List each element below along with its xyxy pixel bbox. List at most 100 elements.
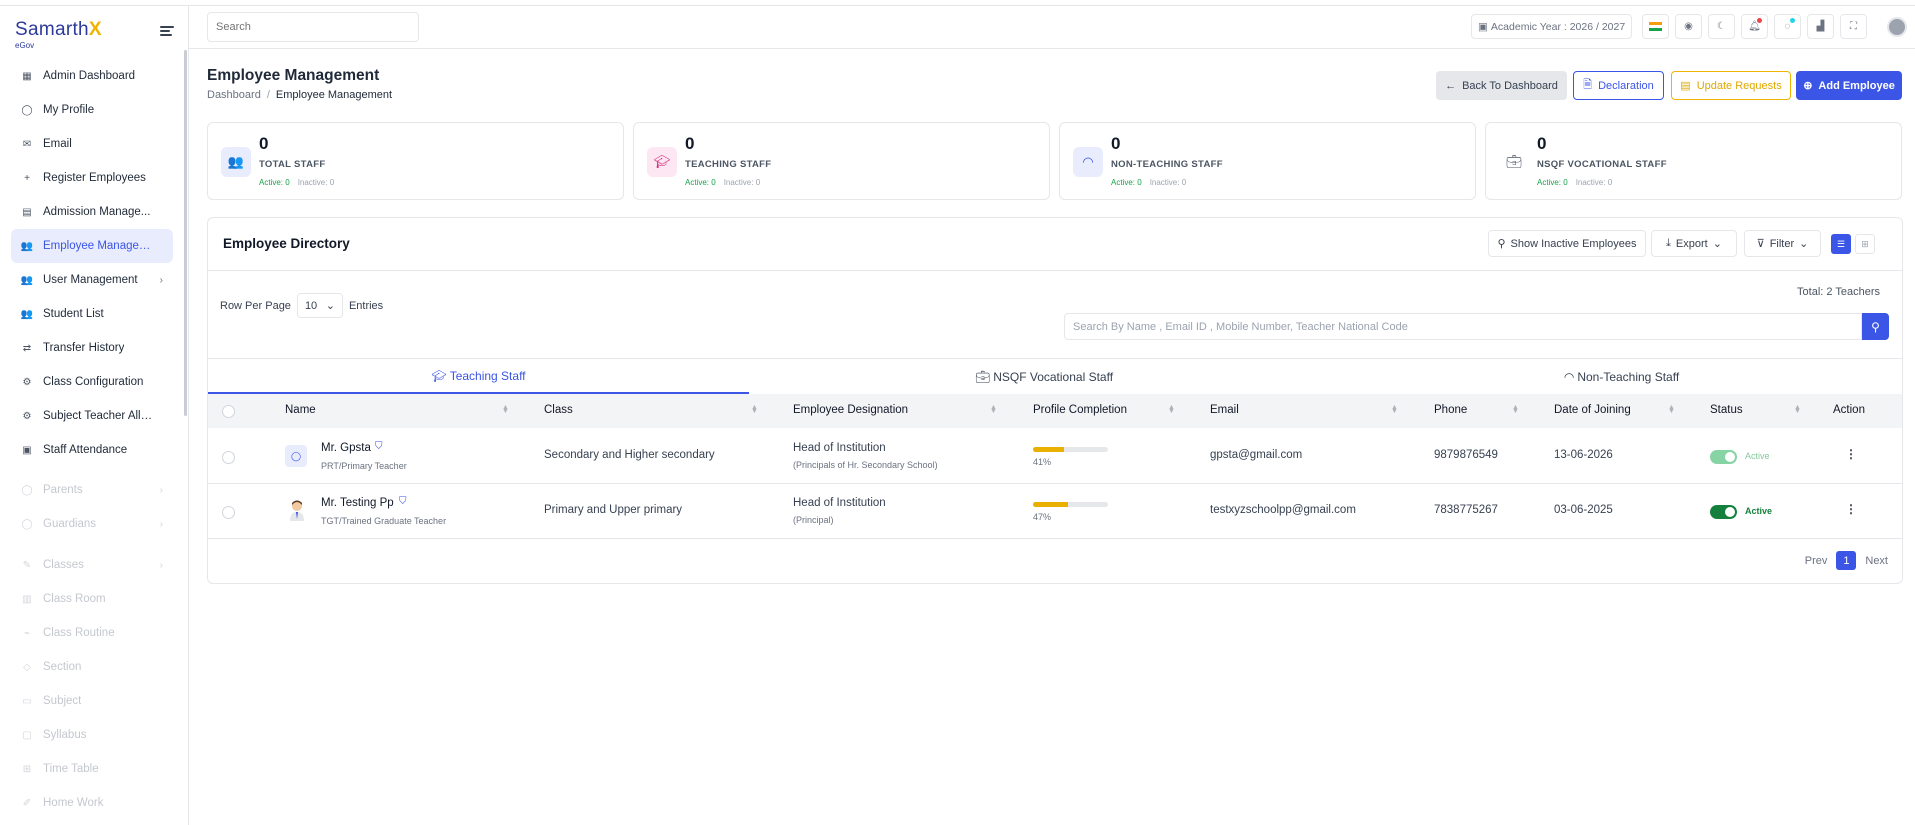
sort-icon[interactable]: ▲ ▼ (1512, 404, 1519, 415)
column-header-status[interactable]: Status (1710, 404, 1743, 416)
sidebar: SamarthX eGov ▦ Admin Dashboard ◯ My Profi… (0, 6, 189, 825)
employee-name[interactable]: Mr. Testing Pp (321, 497, 394, 509)
sidebar-item-section[interactable]: ◇ Section (11, 650, 173, 684)
sidebar-item-syllabus[interactable]: ▢ Syllabus (11, 718, 173, 752)
directory-search-button[interactable]: ⚲ (1862, 313, 1889, 340)
sidebar-item-subject[interactable]: ▭ Subject (11, 684, 173, 718)
row-checkbox[interactable] (222, 506, 235, 519)
add-employee-button[interactable]: ⊕ Add Employee (1796, 71, 1902, 100)
rows-per-page-select[interactable]: 10 ⌄ (296, 293, 343, 318)
column-header-date-of-joining[interactable]: Date of Joining (1554, 404, 1631, 416)
sidebar-collapse-icon[interactable] (160, 26, 174, 38)
brand-logo[interactable]: SamarthX eGov (15, 19, 102, 53)
column-header-phone[interactable]: Phone (1434, 404, 1467, 416)
sidebar-item-admission-management[interactable]: ▤ Admission Manage... (11, 195, 173, 229)
tab-teaching-staff[interactable]: 🎓︎ Teaching Staff (208, 359, 749, 394)
next-page-button[interactable]: Next (1865, 555, 1888, 567)
sidebar-item-register-employees[interactable]: + Register Employees (11, 161, 173, 195)
sidebar-item-admin-dashboard[interactable]: ▦ Admin Dashboard (11, 59, 173, 93)
sidebar-item-class-routine[interactable]: ⌁ Class Routine (11, 616, 173, 650)
column-header-class[interactable]: Class (544, 404, 573, 416)
sidebar-item-home-work[interactable]: ✐ Home Work (11, 786, 173, 820)
sidebar-scrollbar[interactable] (184, 50, 187, 416)
column-header-email[interactable]: Email (1210, 404, 1239, 416)
tab-nsqf-vocational-staff[interactable]: 💼︎ NSQF Vocational Staff (749, 359, 1339, 394)
analytics-button[interactable]: ▟ (1807, 14, 1834, 39)
sort-icon[interactable]: ▲ ▼ (751, 404, 758, 415)
sidebar-item-user-management[interactable]: 👥 User Management › (11, 263, 173, 297)
toggle-switch[interactable] (1710, 450, 1737, 464)
notifications-button[interactable]: 🔔︎ (1741, 14, 1768, 39)
show-inactive-button[interactable]: ⚲ Show Inactive Employees (1488, 230, 1646, 257)
status-toggle[interactable] (1710, 505, 1737, 522)
table-row: Mr. Testing Pp ⛉ TGT/Trained Graduate Te… (208, 484, 1902, 539)
breadcrumb-dashboard[interactable]: Dashboard (207, 89, 261, 101)
sort-icon[interactable]: ▲ ▼ (1668, 404, 1675, 415)
sidebar-item-class-configuration[interactable]: ⚙ Class Configuration (11, 365, 173, 399)
directory-search-input[interactable]: Search By Name , Email ID , Mobile Numbe… (1064, 313, 1862, 340)
profile-completion-value: 41% (1033, 457, 1052, 467)
language-flag-button[interactable] (1642, 14, 1669, 39)
prev-page-button[interactable]: Prev (1805, 555, 1828, 567)
sync-button[interactable]: ◉ (1675, 14, 1702, 39)
sort-icon[interactable]: ▲ ▼ (990, 404, 997, 415)
employee-class: Secondary and Higher secondary (544, 449, 715, 461)
plus-icon: + (24, 172, 30, 184)
fullscreen-button[interactable]: ⛶ (1840, 14, 1867, 39)
row-checkbox[interactable] (222, 451, 235, 464)
sidebar-item-my-profile[interactable]: ◯ My Profile (11, 93, 173, 127)
sidebar-item-guardians[interactable]: ◯ Guardians › (11, 507, 173, 541)
row-actions-menu-icon[interactable]: ⋮ (1845, 502, 1857, 516)
directory-header: Employee Directory ⚲ Show Inactive Employ… (208, 218, 1902, 271)
chevron-right-icon: › (159, 274, 163, 286)
tab-non-teaching-staff[interactable]: ◠ Non-Teaching Staff (1339, 359, 1904, 394)
back-to-dashboard-button[interactable]: ← Back To Dashboard (1436, 71, 1567, 100)
export-button[interactable]: ⤓ Export ⌄ (1651, 230, 1737, 257)
declaration-button[interactable]: 🗎︎ Declaration (1573, 71, 1664, 100)
graduation-cap-icon: 🎓︎ (647, 147, 677, 177)
update-requests-button[interactable]: ▤ Update Requests (1671, 71, 1791, 100)
select-all-checkbox[interactable] (222, 405, 235, 418)
clipboard-icon: ▤ (22, 206, 32, 218)
sort-icon[interactable]: ▲ ▼ (502, 404, 509, 415)
table-row: ◯ Mr. Gpsta ⛉ PRT/Primary Teacher Second… (208, 429, 1902, 484)
sort-icon[interactable]: ▲ ▼ (1794, 404, 1801, 415)
search-icon: ⚲ (1871, 319, 1880, 334)
chevron-down-icon: ⌄ (1712, 238, 1722, 250)
page-1-button[interactable]: 1 (1836, 551, 1857, 570)
column-header-profile-completion[interactable]: Profile Completion (1033, 404, 1127, 416)
user-avatar[interactable] (1887, 17, 1907, 37)
gear-icon: ⚙ (22, 376, 32, 388)
filter-button[interactable]: ⊽ Filter ⌄ (1744, 230, 1821, 257)
headset-icon: ◠ (1073, 147, 1103, 177)
stat-sub: Active: 0 Inactive: 0 (1111, 178, 1187, 187)
messages-button[interactable]: ◌ (1774, 14, 1801, 39)
grid-view-button[interactable]: ⊞ (1855, 234, 1875, 254)
stat-card-teaching-staff: 🎓︎ 0 TEACHING STAFF Active: 0 Inactive: 0 (633, 122, 1050, 200)
sidebar-item-classes[interactable]: ✎ Classes › (11, 548, 173, 582)
sidebar-item-parents[interactable]: ◯ Parents › (11, 473, 173, 507)
sidebar-item-email[interactable]: ✉ Email (11, 127, 173, 161)
sidebar-item-subject-teacher-allocation[interactable]: ⚙ Subject Teacher Allo... (11, 399, 173, 433)
academic-year-selector[interactable]: ▣ Academic Year : 2026 / 2027 (1471, 14, 1633, 39)
sidebar-item-transfer-history[interactable]: ⇄ Transfer History (11, 331, 173, 365)
sidebar-item-staff-attendance[interactable]: ▣ Staff Attendance (11, 433, 173, 467)
sidebar-menu: ▦ Admin Dashboard ◯ My Profile ✉ Email + Reg… (11, 59, 173, 820)
global-search-input[interactable] (207, 12, 419, 42)
list-view-button[interactable]: ☰ (1831, 234, 1851, 254)
sidebar-item-student-list[interactable]: 👥 Student List (11, 297, 173, 331)
sort-icon[interactable]: ▲ ▼ (1168, 404, 1175, 415)
sidebar-item-time-table[interactable]: ⊞ Time Table (11, 752, 173, 786)
stat-card-nsqf-vocational-staff: 💼︎ 0 NSQF VOCATIONAL STAFF Active: 0 Inac… (1485, 122, 1902, 200)
toggle-switch[interactable] (1710, 505, 1737, 519)
column-header-name[interactable]: Name (285, 404, 316, 416)
sort-icon[interactable]: ▲ ▼ (1391, 404, 1398, 415)
sidebar-item-employee-management[interactable]: 👥 Employee Managem... (11, 229, 173, 263)
sidebar-item-class-room[interactable]: ▥ Class Room (11, 582, 173, 616)
column-header-designation[interactable]: Employee Designation (793, 404, 908, 416)
status-toggle[interactable] (1710, 450, 1737, 467)
stat-label: NSQF VOCATIONAL STAFF (1537, 159, 1667, 170)
row-actions-menu-icon[interactable]: ⋮ (1845, 447, 1857, 461)
dark-mode-button[interactable]: ☾ (1708, 14, 1735, 39)
employee-name[interactable]: Mr. Gpsta (321, 442, 371, 454)
